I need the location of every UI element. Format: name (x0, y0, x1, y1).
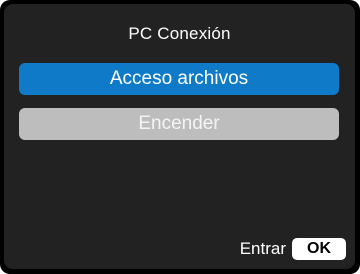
ok-button[interactable]: OK (292, 238, 346, 260)
menu-panel: PC Conexión Acceso archivos Encender Ent… (4, 4, 355, 269)
menu-item-access-files[interactable]: Acceso archivos (19, 63, 339, 95)
footer-bar: Entrar OK (240, 237, 346, 261)
enter-label: Entrar (239, 239, 286, 258)
page-title: PC Conexión (128, 24, 231, 43)
menu-item-power-on[interactable]: Encender (19, 108, 339, 140)
device-screen: PC Conexión Acceso archivos Encender Ent… (0, 0, 360, 274)
